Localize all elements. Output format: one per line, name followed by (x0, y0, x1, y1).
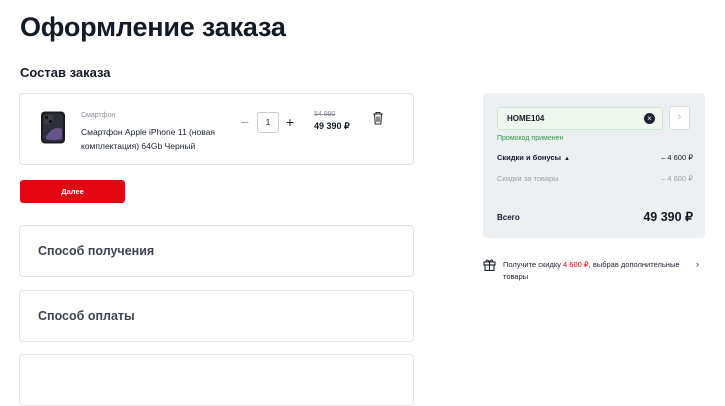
discounts-label: Скидки и бонусы (497, 153, 561, 162)
quantity-decrease-button[interactable]: − (238, 114, 252, 130)
product-name-link[interactable]: Смартфон Apple iPhone 11 (новая комплект… (81, 125, 236, 153)
trash-icon[interactable] (372, 111, 384, 125)
quantity-input[interactable]: 1 (257, 112, 279, 133)
gift-offer-text: Получите скидку 4 600 ₽, выбрав дополнит… (503, 259, 703, 283)
gift-offer-prefix: Получите скидку (503, 260, 561, 269)
promo-code-field[interactable]: HOME104 × (497, 107, 663, 130)
promo-status: Промокод применен (497, 135, 564, 142)
total-value: 49 390 ₽ (643, 210, 693, 224)
old-price: 54 990 (314, 111, 336, 118)
caret-up-icon: ▲ (564, 156, 570, 162)
product-image[interactable] (40, 111, 66, 144)
quantity-increase-button[interactable]: + (283, 114, 297, 130)
clear-promo-icon[interactable]: × (644, 113, 655, 124)
step-delivery-method[interactable]: Способ получения (19, 225, 414, 277)
step-next-card[interactable] (19, 354, 414, 406)
goods-discount-label: Скидки за товары (497, 174, 559, 183)
product-category: Смартфон (81, 112, 116, 119)
promo-code-value[interactable]: HOME104 (507, 114, 544, 123)
step-payment-method[interactable]: Способ оплаты (19, 290, 414, 342)
gift-offer[interactable]: Получите скидку 4 600 ₽, выбрав дополнит… (483, 257, 723, 287)
page-title: Оформление заказа (20, 12, 286, 42)
chevron-right-icon[interactable]: › (696, 259, 699, 269)
gift-icon (483, 259, 496, 271)
step-label: Способ оплаты (38, 309, 135, 323)
current-price: 49 390 ₽ (314, 121, 350, 131)
goods-discount-value: – 4 600 ₽ (661, 174, 693, 183)
next-button[interactable]: Далее (20, 180, 125, 203)
section-title-order-items: Состав заказа (20, 65, 111, 80)
discounts-toggle[interactable]: Скидки и бонусы ▲ (497, 153, 570, 162)
cart-item-card: Смартфон Смартфон Apple iPhone 11 (новая… (19, 93, 414, 165)
gift-offer-amount: 4 600 ₽ (563, 260, 589, 269)
total-label: Всего (497, 213, 520, 222)
step-label: Способ получения (38, 244, 155, 258)
order-summary: HOME104 × › Промокод применен Скидки и б… (483, 93, 705, 238)
apply-promo-button[interactable]: › (669, 106, 690, 130)
discounts-value: – 4 600 ₽ (661, 153, 693, 162)
